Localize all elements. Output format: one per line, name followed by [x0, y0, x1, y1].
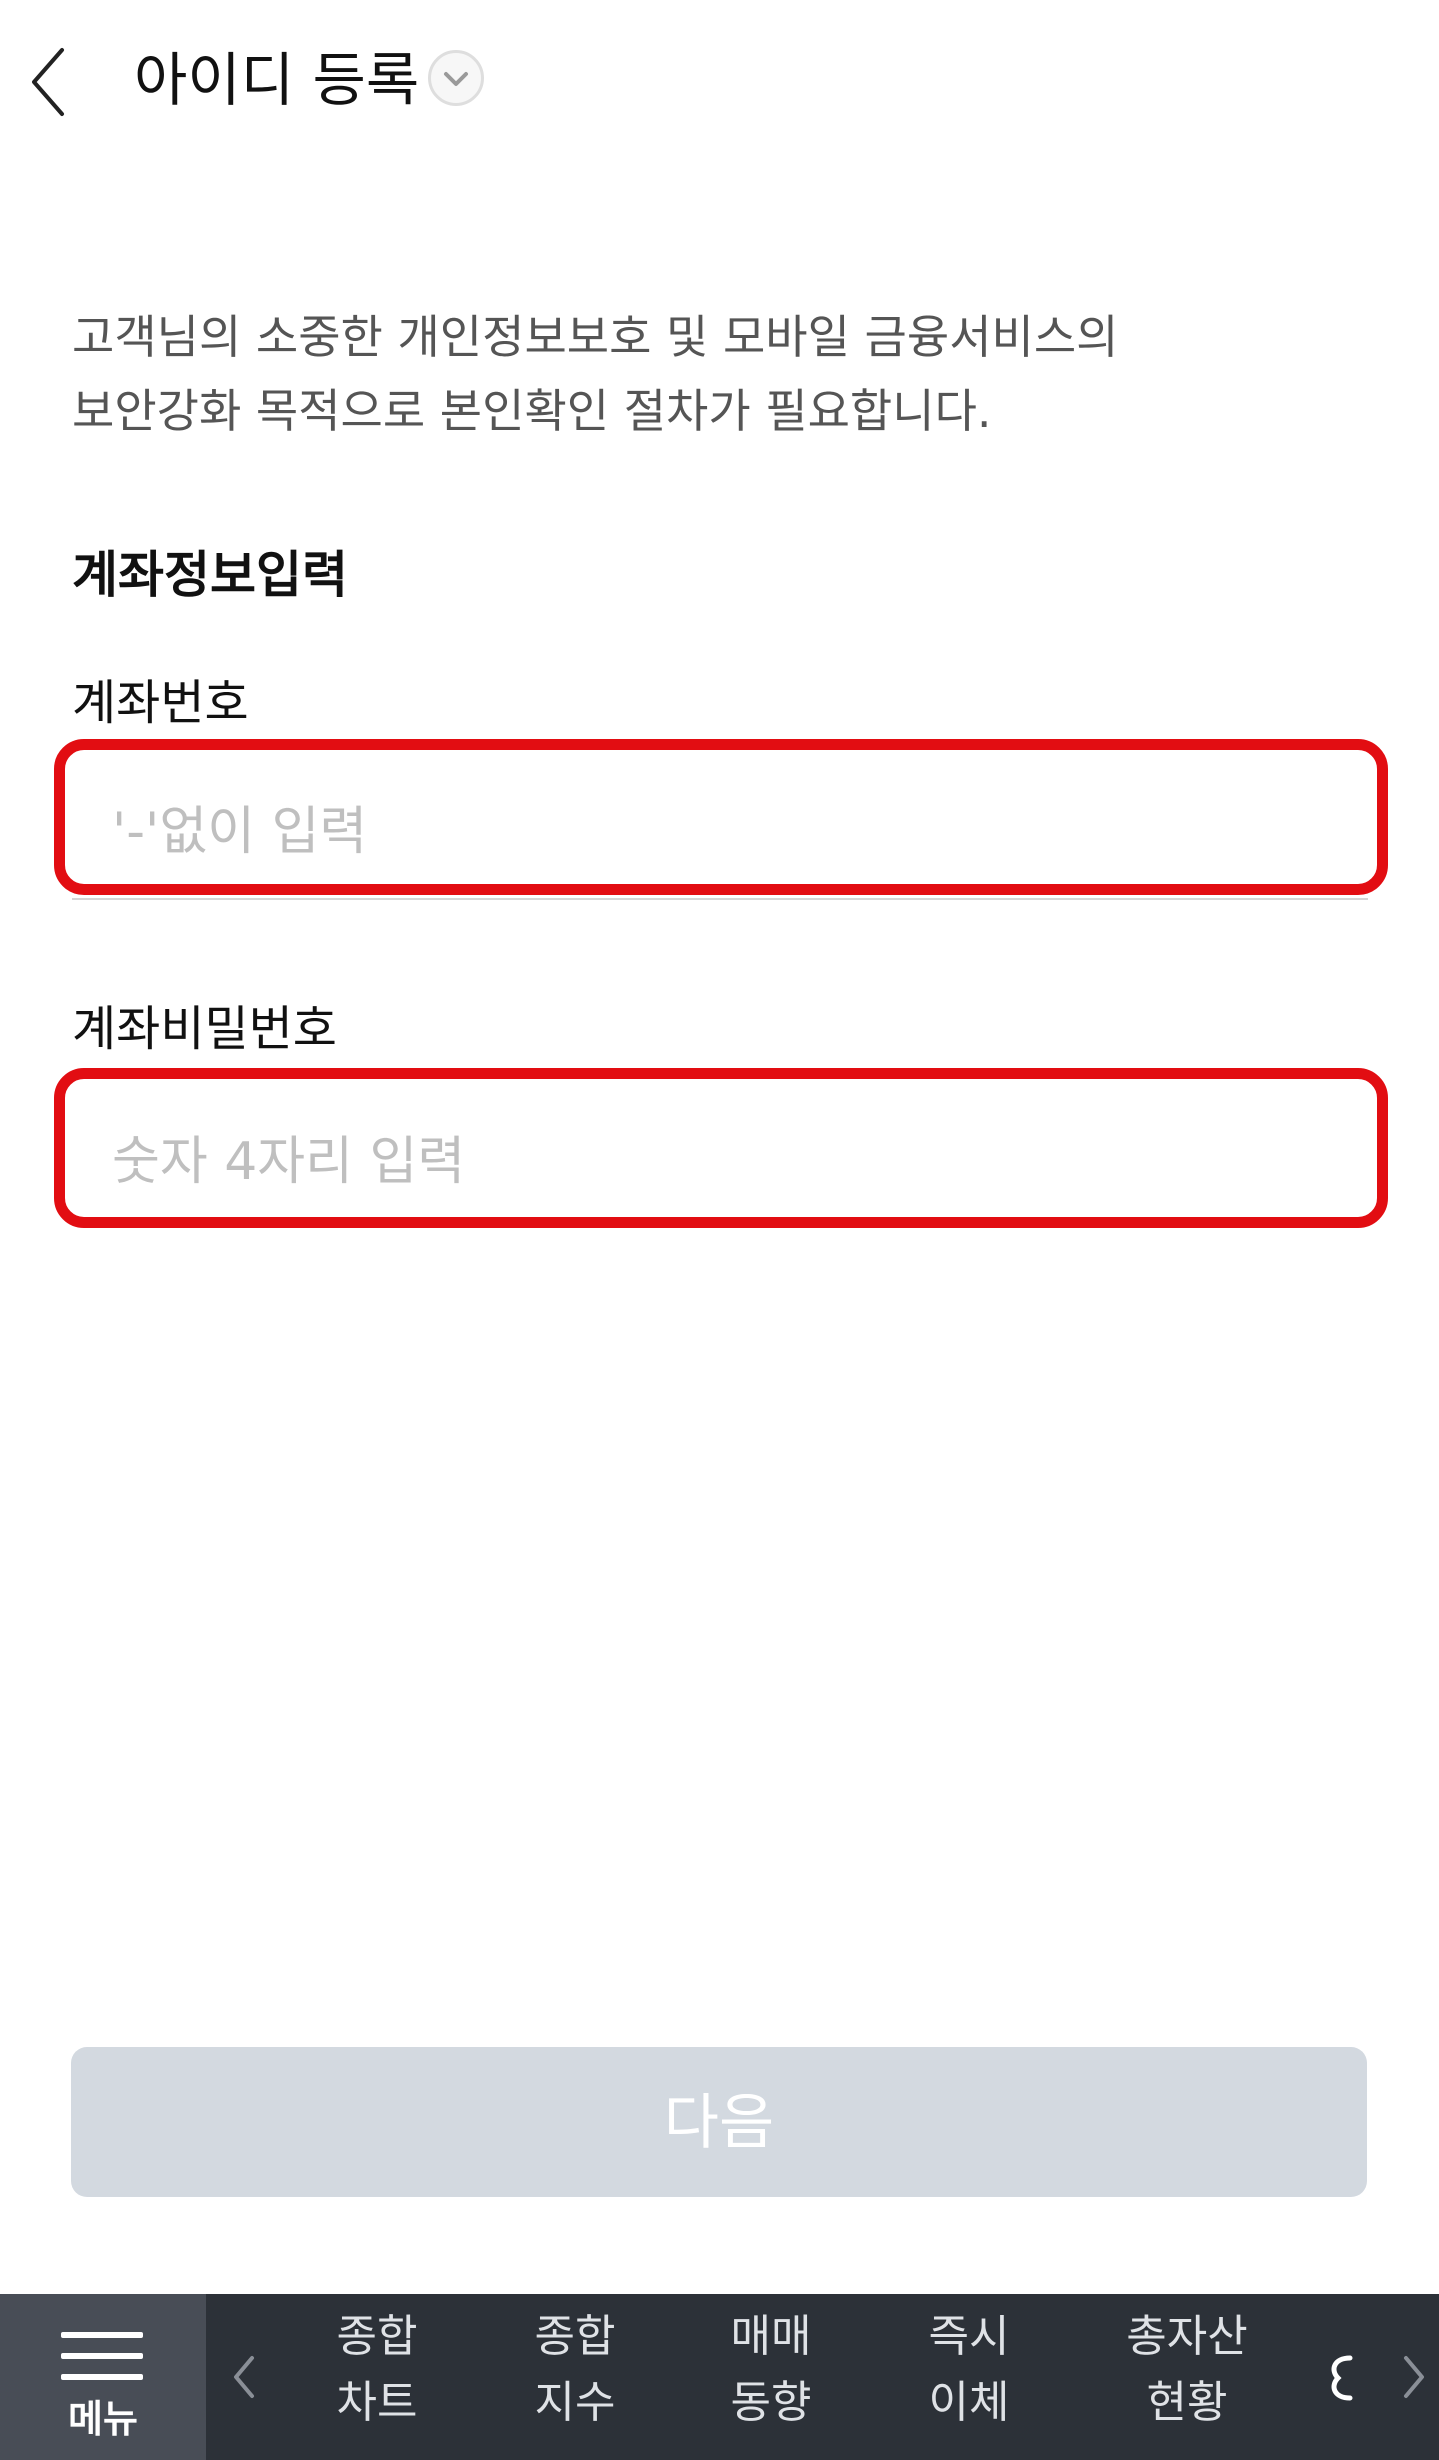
nav-item-index[interactable]: 종합 지수: [490, 2304, 660, 2450]
nav-item-trade-trend[interactable]: 매매 동향: [686, 2304, 856, 2450]
nav-item-instant-transfer[interactable]: 즉시 이체: [884, 2304, 1054, 2450]
nav-prev-button[interactable]: [222, 2294, 266, 2460]
account-password-field[interactable]: [60, 1082, 1380, 1242]
intro-line-1: 고객님의 소중한 개인정보보호 및 모바일 금융서비스의: [72, 310, 1119, 364]
app-header: 아이디 등록: [0, 0, 1439, 160]
nav-item-chart[interactable]: 종합 차트: [292, 2304, 462, 2450]
title-dropdown-button[interactable]: [428, 50, 484, 106]
back-button[interactable]: [20, 36, 80, 126]
account-number-input[interactable]: [112, 752, 1312, 912]
hamburger-menu-icon: [61, 2332, 143, 2380]
account-number-underline: [72, 898, 1368, 900]
menu-button[interactable]: 메뉴: [0, 2294, 206, 2460]
intro-text: 고객님의 소중한 개인정보보호 및 모바일 금융서비스의 보안강화 목적으로 본…: [72, 300, 1372, 448]
chevron-left-icon: [234, 2356, 254, 2398]
partial-glyph-icon: [1331, 2355, 1353, 2401]
next-button[interactable]: 다음: [71, 2047, 1367, 2197]
chevron-right-icon: [1404, 2356, 1424, 2398]
menu-label: 메뉴: [68, 2397, 138, 2441]
chevron-left-icon: [32, 48, 64, 116]
account-password-label: 계좌비밀번호: [72, 1001, 337, 1057]
account-password-input[interactable]: [112, 1082, 1312, 1242]
chevron-down-icon: [444, 72, 468, 86]
account-number-label: 계좌번호: [72, 675, 249, 731]
section-title: 계좌정보입력: [72, 546, 348, 604]
account-number-field[interactable]: [60, 752, 1380, 912]
page-title: 아이디 등록: [134, 46, 420, 114]
nav-item-total-assets[interactable]: 총자산 현황: [1102, 2304, 1272, 2450]
intro-line-2: 보안강화 목적으로 본인확인 절차가 필요합니다.: [72, 384, 992, 438]
nav-next-button[interactable]: [1392, 2294, 1436, 2460]
nav-item-partial: [1324, 2348, 1358, 2408]
bottom-nav: 메뉴 종합 차트 종합 지수 매매 동향 즉시 이체 총자산 현황: [0, 2294, 1439, 2460]
